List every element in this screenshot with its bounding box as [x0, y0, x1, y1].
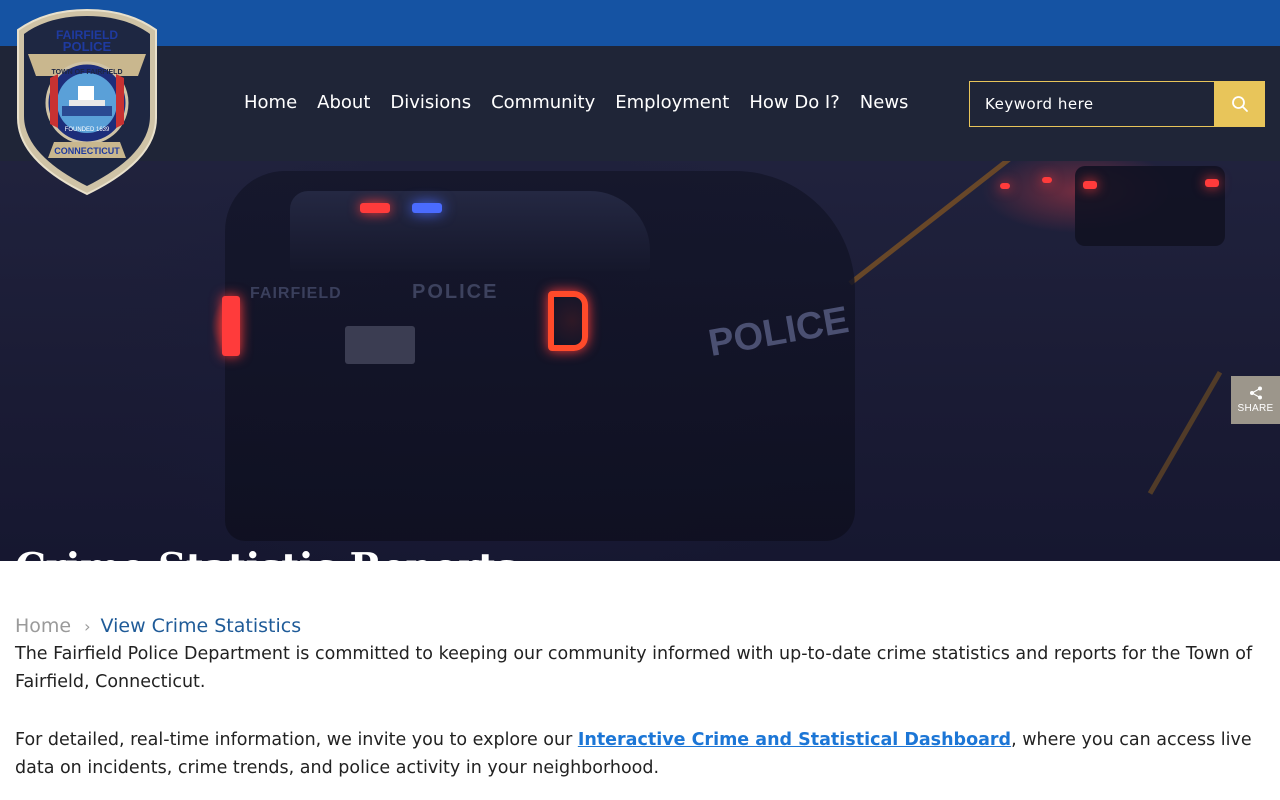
- page-title: Crime Statistic Reports: [15, 545, 517, 561]
- car-rear-police-text: POLICE: [412, 281, 499, 303]
- nav-item-divisions[interactable]: Divisions: [390, 92, 471, 113]
- nav-item-community[interactable]: Community: [491, 92, 595, 113]
- police-car-window: [290, 191, 650, 271]
- taillight: [1042, 177, 1052, 183]
- taillight: [1083, 181, 1097, 189]
- taillight: [1000, 183, 1010, 189]
- light-bar-red: [360, 203, 390, 213]
- share-button[interactable]: SHARE: [1231, 376, 1280, 424]
- taillight: [1205, 179, 1219, 187]
- dashboard-paragraph-lead: For detailed, real-time information, we …: [15, 730, 578, 750]
- share-label: SHARE: [1237, 403, 1274, 414]
- logo-ring-text: TOWN OF FAIRFIELD: [51, 69, 122, 76]
- main-nav: Home About Divisions Community Employmen…: [244, 92, 928, 113]
- nav-item-home[interactable]: Home: [244, 92, 297, 113]
- breadcrumb: Home › View Crime Statistics: [15, 615, 301, 637]
- intro-paragraph: The Fairfield Police Department is commi…: [15, 644, 1253, 692]
- road-marking: [1147, 371, 1223, 495]
- nav-item-how-do-i[interactable]: How Do I?: [749, 92, 839, 113]
- background-car: [1075, 166, 1225, 246]
- dashboard-link[interactable]: Interactive Crime and Statistical Dashbo…: [578, 730, 1011, 750]
- breadcrumb-home-link[interactable]: Home: [15, 615, 71, 637]
- taillight: [548, 291, 588, 351]
- logo-middle-text: POLICE: [63, 39, 112, 54]
- top-accent-bar: [0, 0, 1280, 46]
- search-icon: [1231, 96, 1248, 112]
- logo-founded-text: FOUNDED 1639: [65, 127, 110, 133]
- hero-banner: FAIRFIELD POLICE POLICE Crime Statistic …: [0, 161, 1280, 561]
- share-icon: [1249, 386, 1262, 400]
- taillight: [222, 296, 240, 356]
- light-bar-blue: [412, 203, 442, 213]
- nav-item-news[interactable]: News: [860, 92, 909, 113]
- nav-item-about[interactable]: About: [317, 92, 370, 113]
- license-plate: [345, 326, 415, 364]
- nav-item-employment[interactable]: Employment: [615, 92, 729, 113]
- dashboard-paragraph: For detailed, real-time information, we …: [15, 726, 1265, 782]
- road-marking: [848, 161, 1057, 286]
- search-button[interactable]: [1214, 81, 1265, 127]
- logo-banner-text: CONNECTICUT: [54, 146, 120, 156]
- car-rear-brand-text: FAIRFIELD: [250, 285, 342, 302]
- search-input[interactable]: Keyword here: [969, 81, 1215, 127]
- breadcrumb-separator: ›: [84, 616, 91, 636]
- breadcrumb-current: View Crime Statistics: [100, 615, 302, 637]
- police-badge-logo[interactable]: FAIRFIELD POLICE TOWN OF FAIRFIELD FOUND…: [14, 8, 160, 196]
